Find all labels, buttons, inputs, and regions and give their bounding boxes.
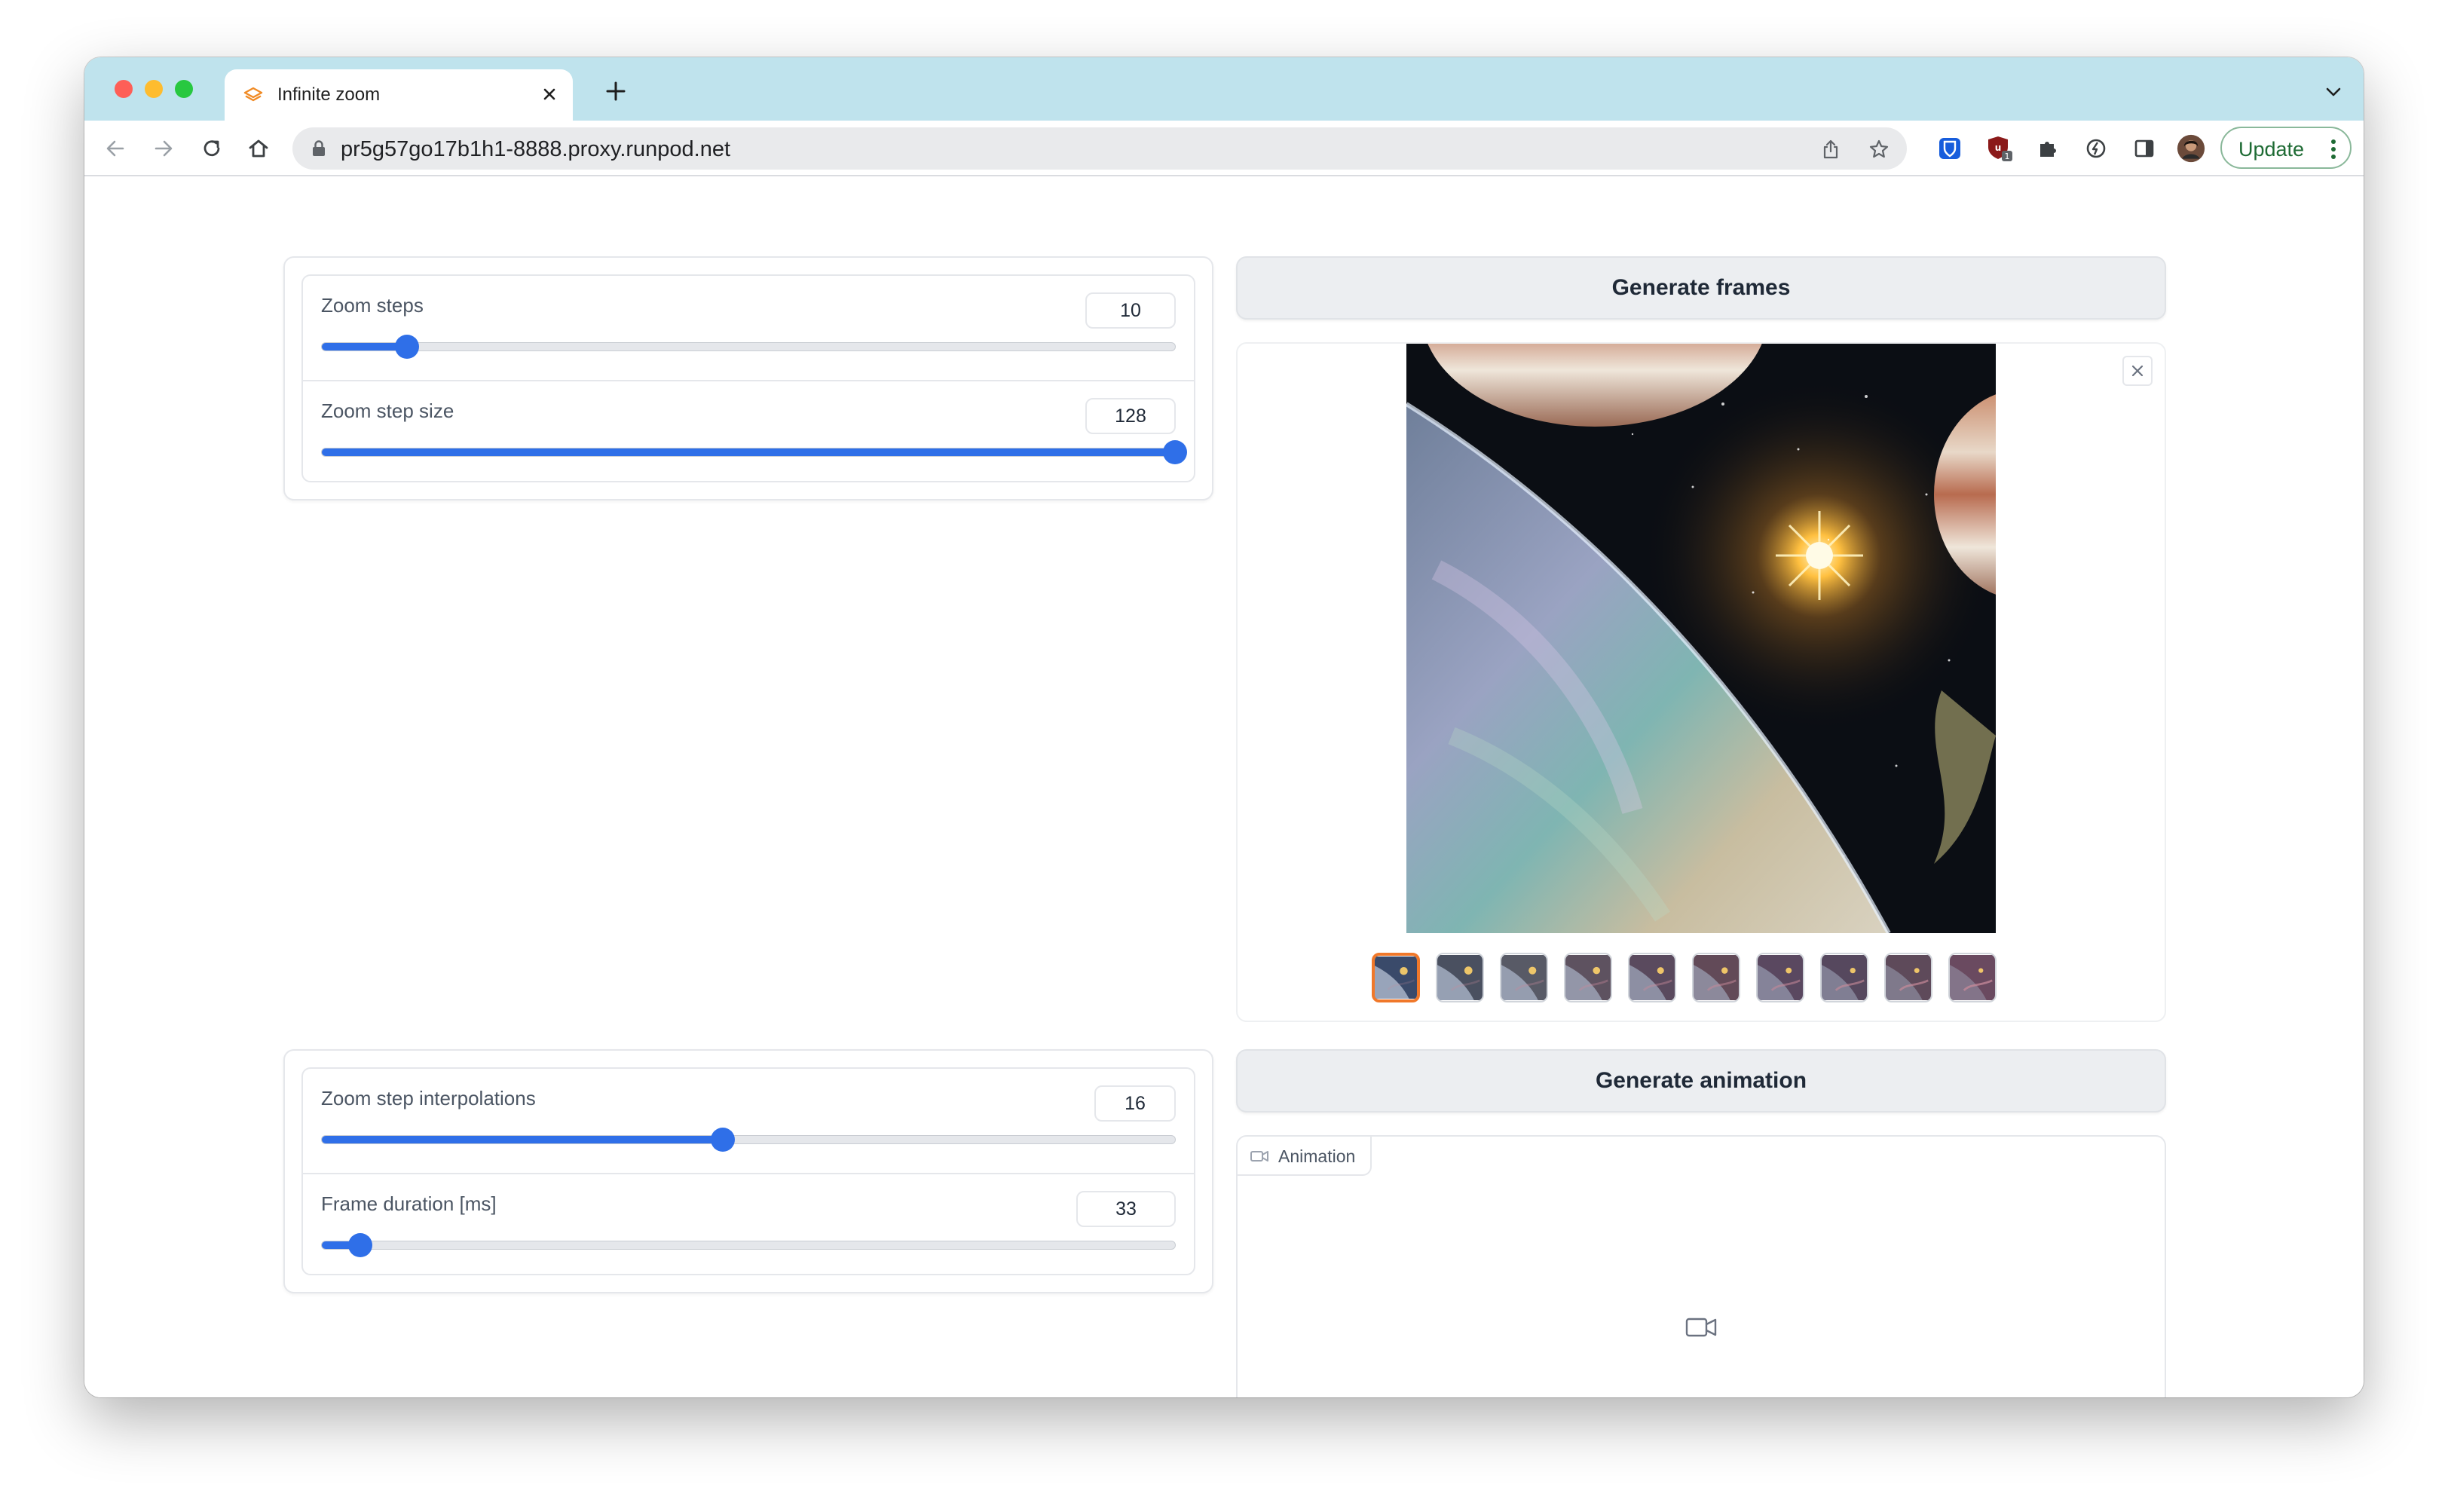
update-button[interactable]: Update	[2220, 127, 2352, 169]
share-icon[interactable]	[1819, 138, 1842, 161]
gallery-thumbnail[interactable]	[1564, 953, 1612, 1002]
new-tab-icon[interactable]	[604, 80, 627, 103]
home-icon[interactable]	[244, 134, 273, 163]
update-label: Update	[2238, 138, 2305, 161]
thumbnail-image	[1822, 955, 1867, 1000]
maximize-window-button[interactable]	[175, 80, 193, 98]
zoom-step-size-slider-block: Zoom step size 128	[303, 380, 1194, 484]
zoom-settings-panel: Zoom steps 10 Zoom step size 128	[283, 256, 1213, 500]
browser-window: Infinite zoom pr5g57go17b1h1-8888.proxy.…	[84, 57, 2364, 1397]
address-bar[interactable]: pr5g57go17b1h1-8888.proxy.runpod.net	[292, 127, 1907, 170]
close-icon[interactable]	[2122, 356, 2153, 386]
forward-arrow-icon[interactable]	[149, 134, 178, 163]
generate-frames-button[interactable]: Generate frames	[1236, 256, 2166, 320]
browser-toolbar: pr5g57go17b1h1-8888.proxy.runpod.net u1	[84, 121, 2364, 176]
tab-infinite-zoom[interactable]: Infinite zoom	[225, 69, 573, 121]
animation-label-tab: Animation	[1238, 1137, 1372, 1176]
interpolations-slider-track[interactable]	[321, 1128, 1176, 1152]
back-arrow-icon[interactable]	[101, 134, 130, 163]
gallery-thumbnail[interactable]	[1500, 953, 1548, 1002]
slider-thumb[interactable]	[347, 1233, 372, 1257]
gallery-thumbnail[interactable]	[1628, 953, 1676, 1002]
thumbnail-image	[1886, 955, 1931, 1000]
zoom-steps-slider-track[interactable]	[321, 335, 1176, 359]
svg-text:u: u	[1995, 142, 2002, 153]
thumbnail-image	[1437, 955, 1483, 1000]
minimize-window-button[interactable]	[145, 80, 163, 98]
gallery-thumbnail[interactable]	[1884, 953, 1932, 1002]
animation-video-panel: Animation	[1236, 1135, 2166, 1397]
tab-title: Infinite zoom	[277, 84, 381, 105]
thumbnail-image	[1501, 955, 1547, 1000]
zoom-step-interpolations-slider-block: Zoom step interpolations 16	[303, 1069, 1194, 1173]
animation-settings-panel: Zoom step interpolations 16 Frame durati…	[283, 1049, 1213, 1293]
gallery-thumbnail[interactable]	[1948, 953, 1997, 1002]
zoom-steps-slider-block: Zoom steps 10	[303, 276, 1194, 380]
thumbnail-image	[1694, 955, 1739, 1000]
slider-fill	[322, 448, 1175, 456]
zoom-settings-group: Zoom steps 10 Zoom step size 128	[301, 274, 1195, 482]
gallery-thumbnail[interactable]	[1756, 953, 1804, 1002]
slider-label: Zoom steps	[321, 294, 424, 317]
url-text: pr5g57go17b1h1-8888.proxy.runpod.net	[341, 137, 731, 161]
animation-label: Animation	[1278, 1146, 1356, 1166]
zoom-step-size-number-input[interactable]: 128	[1085, 398, 1176, 434]
slider-thumb[interactable]	[395, 335, 420, 359]
video-camera-icon	[1685, 1318, 1717, 1337]
chevron-down-icon[interactable]	[2324, 84, 2342, 99]
star-icon[interactable]	[1868, 138, 1890, 161]
zoom-step-size-slider-track[interactable]	[321, 440, 1187, 464]
frame-duration-slider-block: Frame duration [ms] 33	[303, 1173, 1194, 1277]
slider-label: Zoom step interpolations	[321, 1087, 536, 1110]
ublock-icon[interactable]: u1	[1985, 134, 2014, 163]
slider-thumb[interactable]	[1163, 440, 1187, 464]
frames-gallery	[1236, 342, 2166, 1022]
reload-icon[interactable]	[197, 134, 226, 163]
video-camera-icon	[1250, 1151, 1268, 1162]
bitwarden-icon[interactable]	[1935, 134, 1964, 163]
slider-label: Zoom step size	[321, 399, 454, 422]
extension-icon[interactable]	[2082, 134, 2110, 163]
extension-badge: 1	[2005, 152, 2010, 161]
close-icon[interactable]	[538, 83, 561, 106]
gallery-thumbnail[interactable]	[1436, 953, 1484, 1002]
slider-thumb[interactable]	[711, 1128, 736, 1152]
close-window-button[interactable]	[115, 80, 133, 98]
gallery-thumbnail[interactable]	[1692, 953, 1740, 1002]
puzzle-icon[interactable]	[2033, 134, 2062, 163]
space-scene-image	[1406, 344, 1996, 933]
thumbnail-image	[1950, 955, 1995, 1000]
gallery-thumbnail[interactable]	[1820, 953, 1868, 1002]
layers-icon	[243, 87, 263, 102]
side-panel-icon[interactable]	[2130, 134, 2159, 163]
thumbnail-image	[1758, 955, 1803, 1000]
slider-fill	[322, 1136, 724, 1143]
interpolations-number-input[interactable]: 16	[1094, 1085, 1176, 1122]
avatar[interactable]	[2177, 134, 2205, 163]
tab-strip: Infinite zoom	[84, 57, 2364, 121]
lock-icon	[313, 140, 325, 156]
zoom-steps-number-input[interactable]: 10	[1085, 292, 1176, 329]
thumbnail-image	[1629, 955, 1675, 1000]
frame-duration-number-input[interactable]: 33	[1076, 1191, 1176, 1227]
slider-label: Frame duration [ms]	[321, 1192, 497, 1215]
gallery-thumbnails	[1372, 953, 2035, 1007]
thumbnail-image	[1565, 955, 1611, 1000]
page-content: Zoom steps 10 Zoom step size 128 Zoom st…	[84, 176, 2364, 1397]
thumbnail-image	[1375, 956, 1417, 999]
gallery-thumbnail[interactable]	[1372, 953, 1420, 1002]
more-vert-icon	[2331, 139, 2336, 159]
animation-settings-group: Zoom step interpolations 16 Frame durati…	[301, 1067, 1195, 1275]
frame-duration-slider-track[interactable]	[321, 1233, 1176, 1257]
gallery-main-image[interactable]	[1406, 344, 1996, 933]
generate-animation-button[interactable]: Generate animation	[1236, 1049, 2166, 1113]
